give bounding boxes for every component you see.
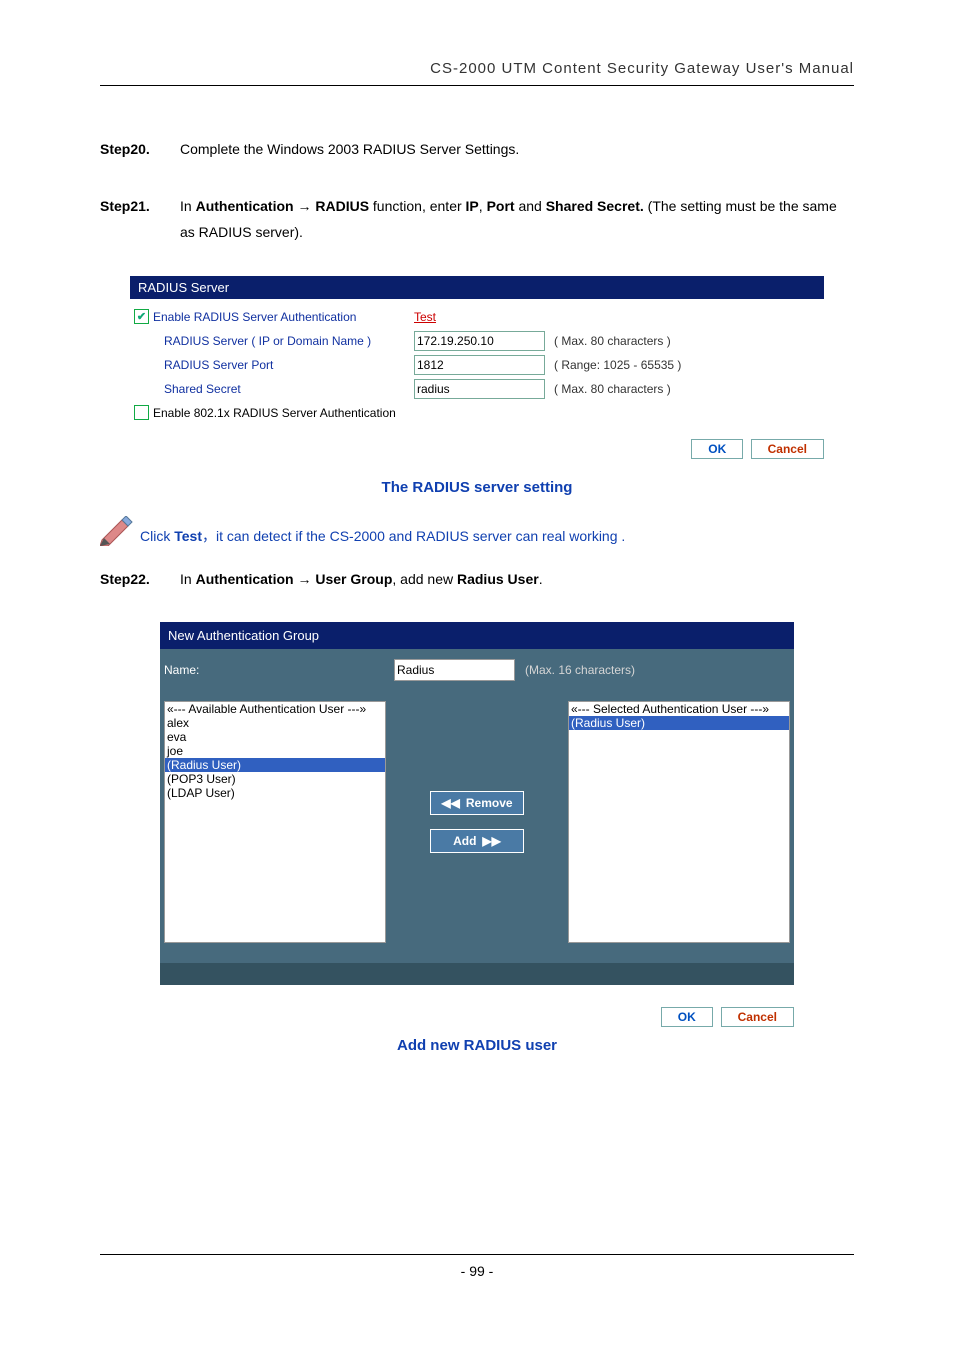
- group-ok-button[interactable]: OK: [661, 1007, 713, 1027]
- list-item[interactable]: (Radius User): [569, 716, 789, 730]
- radius-cancel-button[interactable]: Cancel: [751, 439, 824, 459]
- available-users-listbox[interactable]: «--- Available Authentication User ---» …: [164, 701, 386, 943]
- step21-label: Step21.: [100, 193, 180, 246]
- enable-radius-label: Enable RADIUS Server Authentication: [153, 310, 356, 324]
- step21: Step21. In Authentication → RADIUS funct…: [100, 193, 854, 246]
- list-item[interactable]: (LDAP User): [165, 786, 385, 800]
- list-item[interactable]: eva: [165, 730, 385, 744]
- radius-port-label: RADIUS Server Port: [134, 358, 414, 372]
- test-link[interactable]: Test: [414, 310, 436, 324]
- radius-server-ip-label: RADIUS Server ( IP or Domain Name ): [134, 334, 414, 348]
- step21-body: In Authentication → RADIUS function, ent…: [180, 193, 854, 246]
- group-cancel-button[interactable]: Cancel: [721, 1007, 794, 1027]
- enable-radius-checkbox[interactable]: ✔: [134, 309, 149, 324]
- radius-server-ip-hint: ( Max. 80 characters ): [554, 334, 671, 348]
- radius-panel-header: RADIUS Server: [130, 276, 824, 299]
- step20-body: Complete the Windows 2003 RADIUS Server …: [180, 136, 854, 163]
- radius-port-hint: ( Range: 1025 - 65535 ): [554, 358, 681, 372]
- page-number: - 99 -: [100, 1254, 854, 1279]
- list-item[interactable]: (Radius User): [165, 758, 385, 772]
- step20: Step20. Complete the Windows 2003 RADIUS…: [100, 136, 854, 163]
- auth-group-panel: New Authentication Group Name: (Max. 16 …: [160, 622, 794, 985]
- list-item[interactable]: alex: [165, 716, 385, 730]
- shared-secret-hint: ( Max. 80 characters ): [554, 382, 671, 396]
- note: Click Test，it can detect if the CS-2000 …: [100, 516, 854, 546]
- group-name-input[interactable]: [394, 659, 515, 681]
- group-footer-bar: [160, 963, 794, 985]
- step20-label: Step20.: [100, 136, 180, 163]
- list-item[interactable]: (POP3 User): [165, 772, 385, 786]
- double-arrow-left-icon: ◀◀: [441, 796, 459, 810]
- add-button[interactable]: Add ▶▶: [430, 829, 523, 853]
- selected-users-listbox[interactable]: «--- Selected Authentication User ---» (…: [568, 701, 790, 943]
- enable-8021x-checkbox[interactable]: [134, 405, 149, 420]
- shared-secret-label: Shared Secret: [134, 382, 414, 396]
- add-user-caption: Add new RADIUS user: [100, 1037, 854, 1054]
- radius-server-ip-input[interactable]: [414, 331, 545, 351]
- radius-server-panel: RADIUS Server ✔ Enable RADIUS Server Aut…: [130, 276, 824, 459]
- remove-button[interactable]: ◀◀ Remove: [430, 791, 523, 815]
- pencil-note-icon: [100, 516, 136, 546]
- radius-ok-button[interactable]: OK: [691, 439, 743, 459]
- radius-caption: The RADIUS server setting: [100, 479, 854, 496]
- auth-group-header: New Authentication Group: [160, 622, 794, 649]
- radius-port-input[interactable]: [414, 355, 545, 375]
- list-item: «--- Selected Authentication User ---»: [569, 702, 789, 716]
- step22-label: Step22.: [100, 566, 180, 593]
- step22-body: In Authentication → User Group, add new …: [180, 566, 854, 593]
- step22: Step22. In Authentication → User Group, …: [100, 566, 854, 593]
- group-name-label: Name:: [164, 663, 394, 677]
- page-header: CS-2000 UTM Content Security Gateway Use…: [100, 60, 854, 86]
- double-arrow-right-icon: ▶▶: [482, 834, 500, 848]
- list-item: «--- Available Authentication User ---»: [165, 702, 385, 716]
- enable-8021x-label: Enable 802.1x RADIUS Server Authenticati…: [153, 406, 396, 420]
- shared-secret-input[interactable]: [414, 379, 545, 399]
- group-name-hint: (Max. 16 characters): [525, 663, 635, 677]
- list-item[interactable]: joe: [165, 744, 385, 758]
